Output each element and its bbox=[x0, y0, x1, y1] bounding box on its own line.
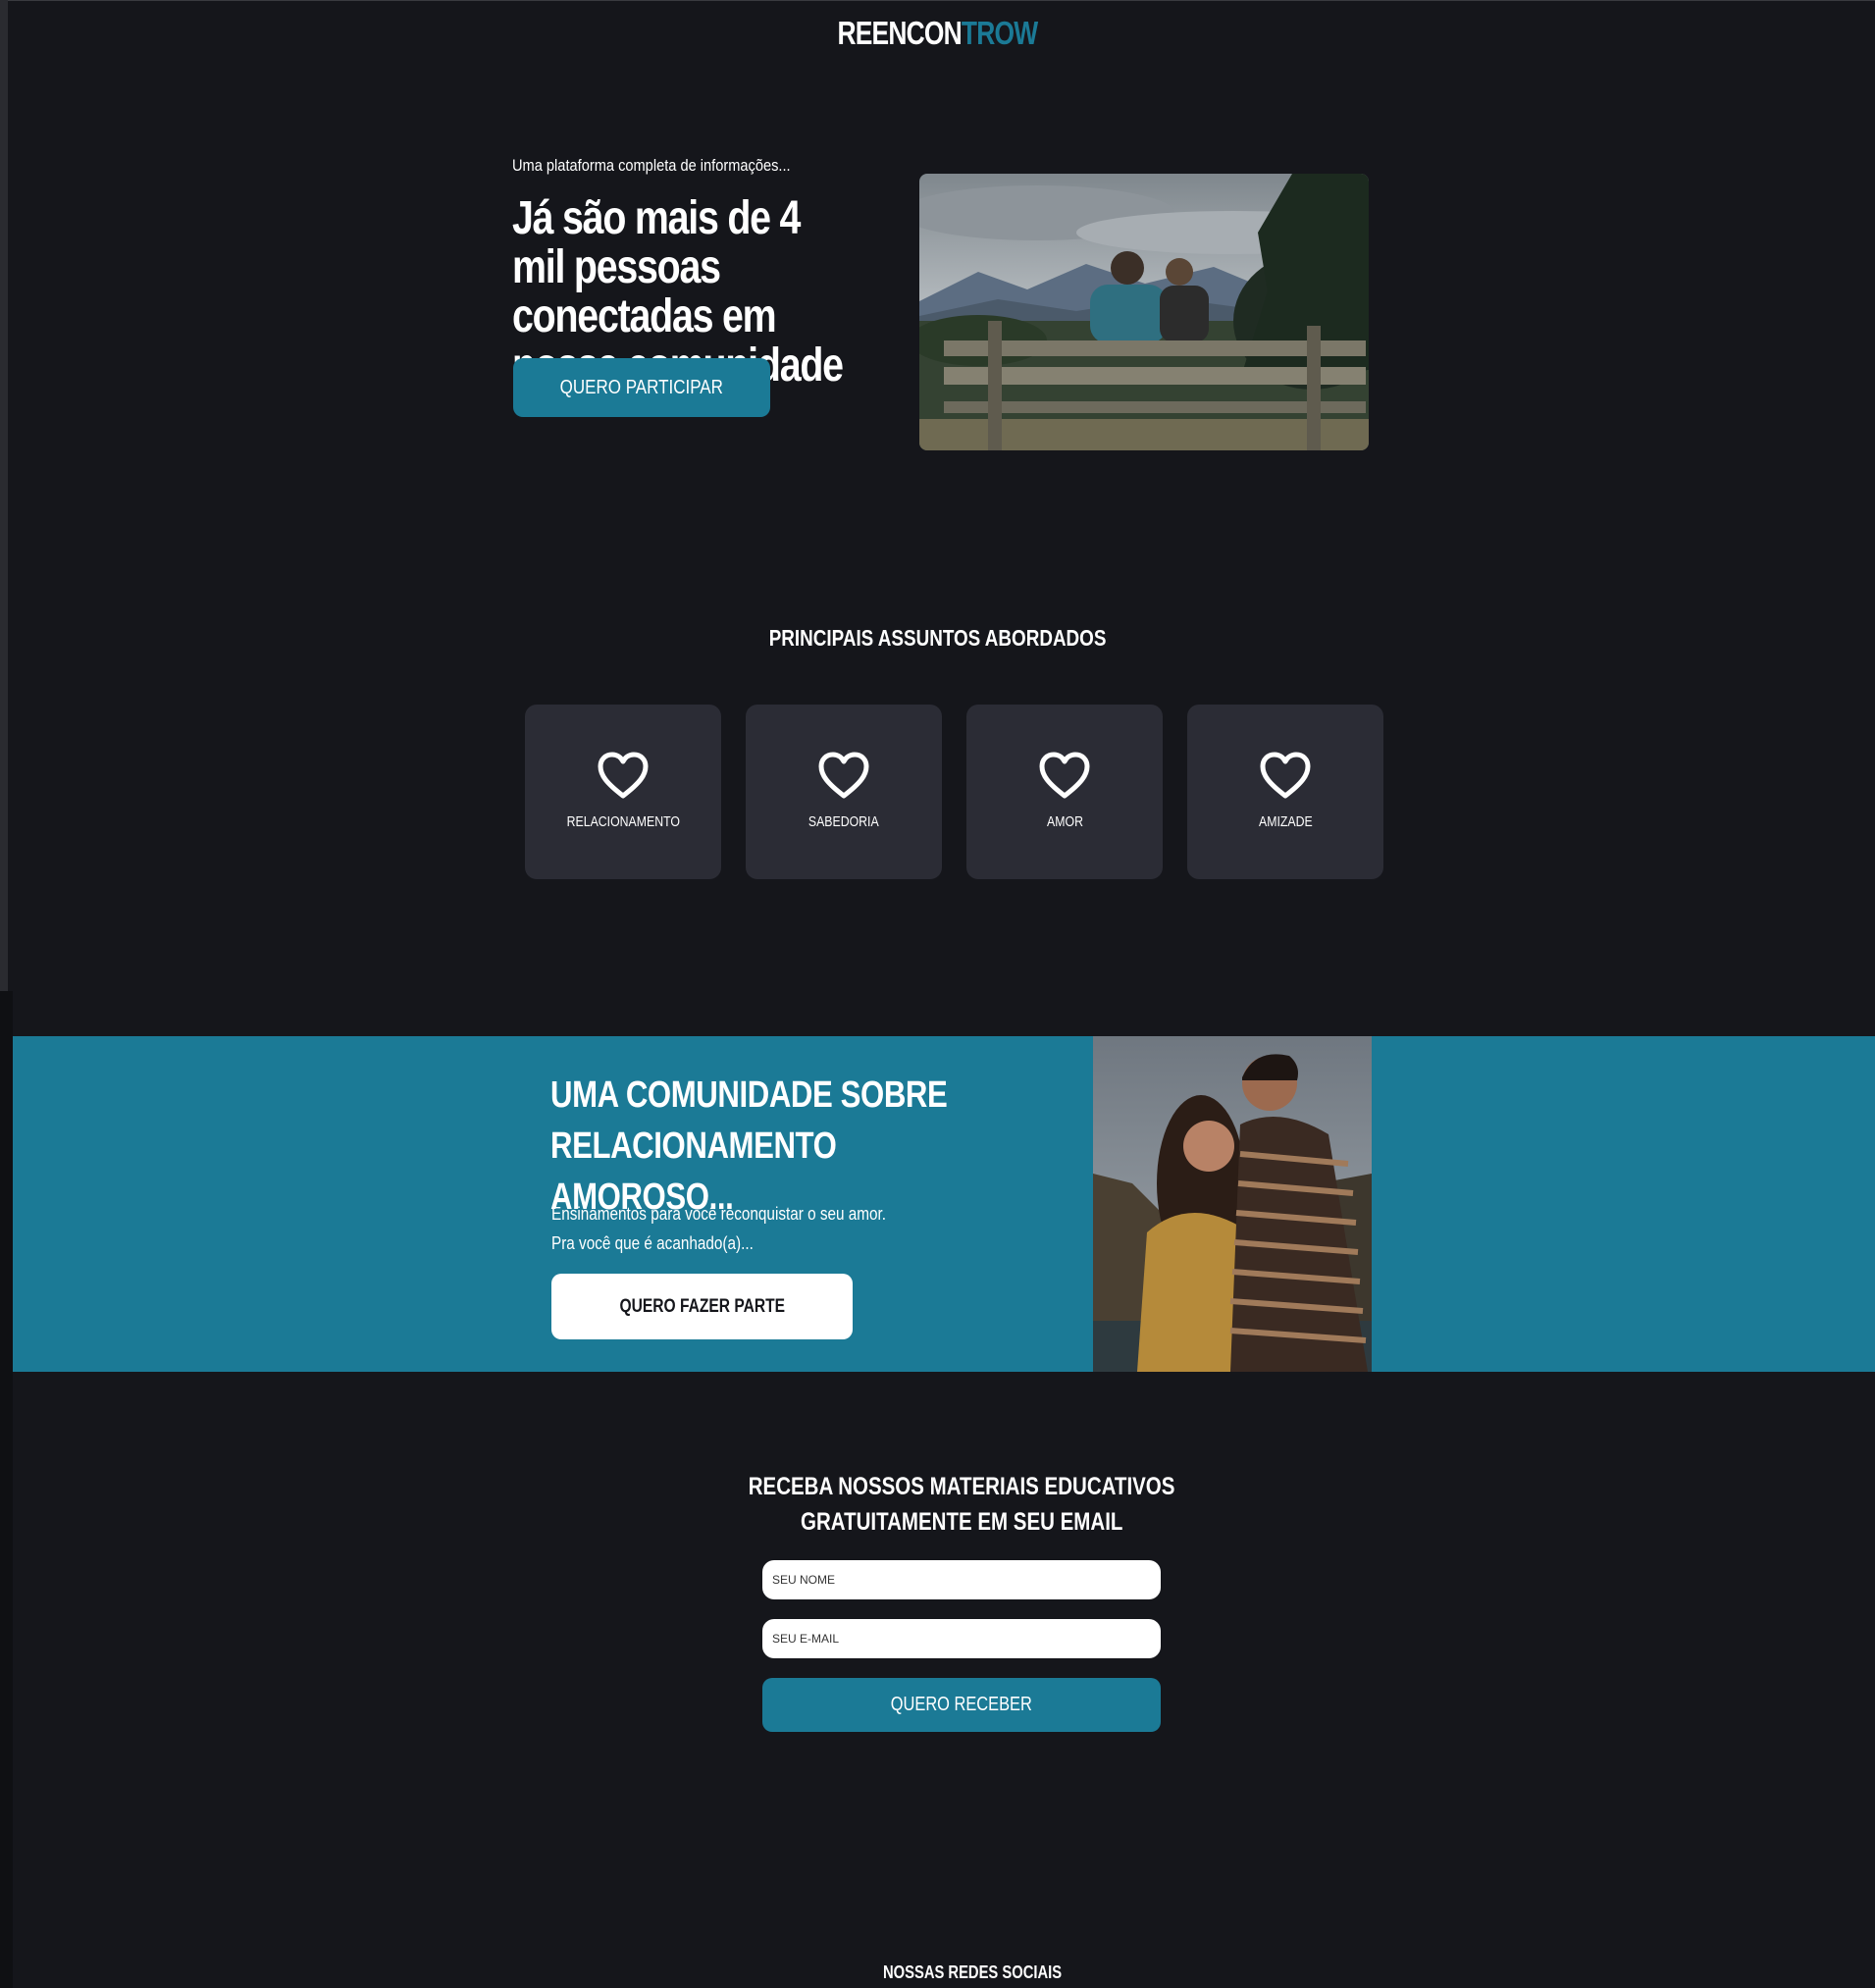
newsletter-title-line-1: RECEBA NOSSOS MATERIAIS EDUCATIVOS bbox=[748, 1473, 1175, 1500]
logo-part-1: REENCON bbox=[837, 15, 963, 51]
community-text-line-2: Pra você que é acanhado(a)... bbox=[551, 1233, 754, 1253]
heart-icon bbox=[818, 752, 869, 799]
topic-card-amizade[interactable]: AMIZADE bbox=[1187, 705, 1383, 879]
heart-icon bbox=[1039, 752, 1090, 799]
social-title: NOSSAS REDES SOCIAIS bbox=[882, 1962, 1063, 1982]
join-community-button-label: QUERO FAZER PARTE bbox=[619, 1295, 785, 1317]
topic-card-amor[interactable]: AMOR bbox=[966, 705, 1163, 879]
topic-card-relacionamento[interactable]: RELACIONAMENTO bbox=[525, 705, 721, 879]
logo-part-2: TROW bbox=[961, 15, 1038, 51]
community-text-line-1: Ensinamentos para você reconquistar o se… bbox=[551, 1204, 887, 1224]
newsletter-title: RECEBA NOSSOS MATERIAIS EDUCATIVOS GRATU… bbox=[0, 1469, 1875, 1540]
email-input[interactable] bbox=[762, 1619, 1161, 1658]
join-button[interactable]: QUERO PARTICIPAR bbox=[513, 358, 770, 417]
topic-label: AMIZADE bbox=[1258, 813, 1313, 830]
heart-icon bbox=[598, 752, 649, 799]
logo[interactable]: REENCONTROW bbox=[0, 15, 1875, 52]
left-edge bbox=[0, 0, 8, 991]
community-photo-couple bbox=[1093, 1036, 1372, 1372]
newsletter-title-line-2: GRATUITAMENTE EM SEU EMAIL bbox=[800, 1508, 1123, 1536]
hero-photo-couple-on-bench bbox=[919, 174, 1369, 450]
topic-label: RELACIONAMENTO bbox=[566, 813, 680, 830]
join-community-button[interactable]: QUERO FAZER PARTE bbox=[551, 1274, 853, 1339]
topic-card-sabedoria[interactable]: SABEDORIA bbox=[746, 705, 942, 879]
name-input[interactable] bbox=[762, 1560, 1161, 1599]
topic-label: SABEDORIA bbox=[808, 813, 879, 830]
subscribe-button[interactable]: QUERO RECEBER bbox=[762, 1678, 1161, 1732]
top-border bbox=[0, 0, 1875, 1]
join-button-label: QUERO PARTICIPAR bbox=[559, 376, 724, 398]
hero-subtitle: Uma plataforma completa de informações..… bbox=[512, 156, 791, 175]
topic-label: AMOR bbox=[1046, 813, 1083, 830]
community-text: Ensinamentos para você reconquistar o se… bbox=[551, 1199, 886, 1258]
subscribe-button-label: QUERO RECEBER bbox=[891, 1694, 1032, 1715]
heart-icon bbox=[1260, 752, 1311, 799]
topics-title: PRINCIPAIS ASSUNTOS ABORDADOS bbox=[768, 625, 1107, 651]
